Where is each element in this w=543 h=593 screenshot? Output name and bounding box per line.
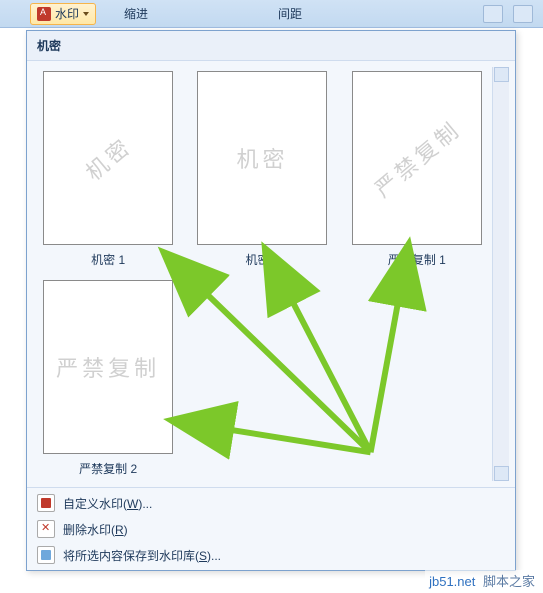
- ribbon-group-indent: 缩进: [114, 5, 158, 22]
- gallery-scrollbar[interactable]: [492, 67, 509, 481]
- source-name: 脚本之家: [483, 574, 535, 589]
- source-watermark: jb51.net 脚本之家: [425, 570, 539, 591]
- thumb-watermark-text: 机密: [236, 142, 288, 174]
- menu-label: 将所选内容保存到水印库(S)...: [63, 547, 221, 564]
- thumb-watermark-text: 机密: [78, 129, 138, 187]
- gallery-item-nocopy-2[interactable]: 严禁复制 严禁复制 2: [33, 276, 183, 481]
- menu-label: 删除水印(R): [63, 521, 128, 538]
- thumb-label: 严禁复制 1: [388, 251, 446, 268]
- gallery-item-confidential-1[interactable]: 机密 机密 1: [33, 67, 183, 272]
- thumb-preview: 严禁复制: [43, 280, 173, 454]
- gallery-item-confidential-2[interactable]: 机密 机密 2: [187, 67, 337, 272]
- thumb-label: 严禁复制 2: [79, 460, 137, 477]
- scroll-down-icon[interactable]: [494, 466, 509, 481]
- thumb-preview: 机密: [43, 71, 173, 245]
- menu-save-to-gallery[interactable]: 将所选内容保存到水印库(S)...: [27, 542, 515, 568]
- menu-custom-watermark[interactable]: 自定义水印(W)...: [27, 490, 515, 516]
- custom-watermark-icon: [37, 494, 55, 512]
- save-to-gallery-icon: [37, 546, 55, 564]
- watermark-button-label: 水印: [55, 5, 79, 22]
- watermark-icon: [37, 7, 51, 21]
- gallery-header: 机密: [27, 31, 515, 61]
- ribbon-icon-1[interactable]: [483, 5, 503, 23]
- watermark-button[interactable]: 水印: [30, 3, 96, 25]
- thumb-label: 机密 1: [91, 251, 125, 268]
- ribbon-group-spacing: 间距: [268, 5, 312, 22]
- chevron-down-icon: [83, 12, 89, 16]
- menu-label: 自定义水印(W)...: [63, 495, 152, 512]
- thumb-label: 机密 2: [245, 251, 279, 268]
- ribbon-strip: 水印 缩进 间距: [0, 0, 543, 28]
- ribbon-icon-2[interactable]: [513, 5, 533, 23]
- source-url: jb51.net: [429, 574, 475, 589]
- remove-watermark-icon: [37, 520, 55, 538]
- thumb-preview: 严禁复制: [352, 71, 482, 245]
- menu-remove-watermark[interactable]: 删除水印(R): [27, 516, 515, 542]
- gallery-thumbs: 机密 机密 1 机密 机密 2 严禁复制 严禁复制 1 严禁复制: [33, 67, 492, 481]
- scroll-up-icon[interactable]: [494, 67, 509, 82]
- thumb-watermark-text: 严禁复制: [56, 351, 160, 383]
- gallery-menu: 自定义水印(W)... 删除水印(R) 将所选内容保存到水印库(S)...: [27, 487, 515, 570]
- thumb-watermark-text: 严禁复制: [367, 112, 467, 203]
- gallery-item-nocopy-1[interactable]: 严禁复制 严禁复制 1: [342, 67, 492, 272]
- ribbon-right-icons: [483, 5, 543, 23]
- watermark-gallery-panel: 机密 机密 机密 1 机密 机密 2 严禁复制 严禁复制 1: [26, 30, 516, 571]
- thumb-preview: 机密: [197, 71, 327, 245]
